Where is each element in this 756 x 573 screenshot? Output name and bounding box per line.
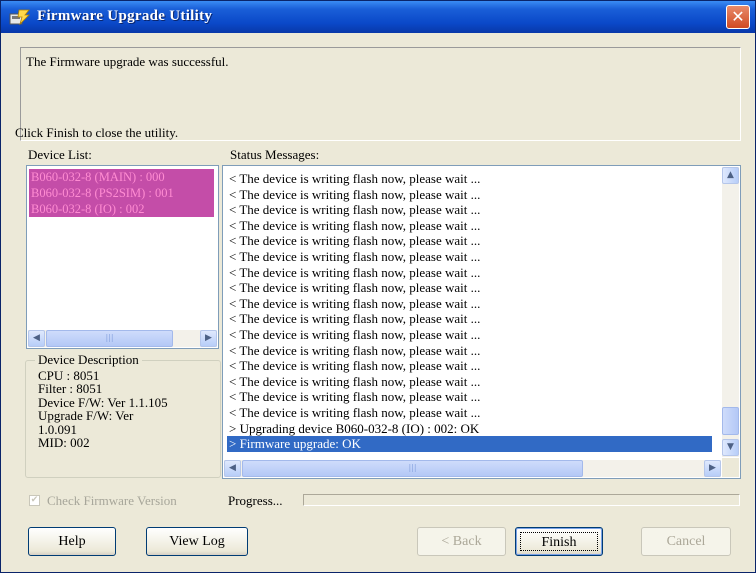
- status-line[interactable]: < The device is writing flash now, pleas…: [227, 374, 712, 390]
- device-list-horizontal-scrollbar[interactable]: ◀ ||| ▶: [28, 330, 217, 347]
- message-area: The Firmware upgrade was successful. Cli…: [15, 47, 741, 141]
- status-messages-label: Status Messages:: [230, 147, 320, 162]
- scroll-thumb[interactable]: |||: [46, 330, 173, 347]
- back-button[interactable]: < Back: [417, 527, 506, 556]
- status-line[interactable]: > Upgrading device B060-032-8 (IO) : 002…: [227, 421, 712, 437]
- scroll-thumb[interactable]: [722, 407, 739, 435]
- status-line[interactable]: < The device is writing flash now, pleas…: [227, 389, 712, 405]
- view-log-button[interactable]: View Log: [146, 527, 248, 556]
- scroll-up-button[interactable]: ▲: [722, 167, 739, 184]
- status-line[interactable]: < The device is writing flash now, pleas…: [227, 171, 712, 187]
- check-firmware-label: Check Firmware Version: [47, 493, 177, 508]
- device-description-title: Device Description: [35, 352, 142, 368]
- help-button[interactable]: Help: [28, 527, 116, 556]
- scroll-right-button[interactable]: ▶: [704, 460, 721, 477]
- status-line[interactable]: < The device is writing flash now, pleas…: [227, 296, 712, 312]
- scroll-right-button[interactable]: ▶: [200, 330, 217, 347]
- check-firmware-checkbox[interactable]: ✔: [29, 495, 40, 506]
- status-line[interactable]: < The device is writing flash now, pleas…: [227, 265, 712, 281]
- status-line[interactable]: < The device is writing flash now, pleas…: [227, 233, 712, 249]
- close-icon: ✕: [731, 7, 745, 26]
- device-description-group: Device Description CPU : 8051 Filter : 8…: [25, 352, 221, 478]
- scroll-left-button[interactable]: ◀: [224, 460, 241, 477]
- grip-icon: |||: [105, 333, 114, 342]
- upgrade-firmware-label: Upgrade F/W: Ver: [38, 408, 134, 424]
- chevron-right-icon: ▶: [205, 333, 212, 343]
- scroll-left-button[interactable]: ◀: [28, 330, 45, 347]
- device-firmware-version: Device F/W: Ver 1.1.105: [38, 394, 168, 410]
- chevron-down-icon: ▼: [727, 442, 734, 452]
- device-list-item[interactable]: B060-032-8 (IO) : 002: [29, 201, 214, 217]
- cancel-button[interactable]: Cancel: [641, 527, 731, 556]
- upgrade-firmware-version: 1.0.091: [38, 421, 77, 437]
- device-description-details: CPU : 8051 Filter : 8051 Device F/W: Ver…: [38, 368, 218, 451]
- status-line[interactable]: < The device is writing flash now, pleas…: [227, 280, 712, 296]
- title-bar[interactable]: Firmware Upgrade Utility ✕: [1, 1, 755, 33]
- status-line[interactable]: < The device is writing flash now, pleas…: [227, 187, 712, 203]
- status-messages-list[interactable]: < The device is writing flash now, pleas…: [222, 165, 741, 479]
- scroll-thumb[interactable]: |||: [242, 460, 583, 477]
- status-line[interactable]: < The device is writing flash now, pleas…: [227, 405, 712, 421]
- chevron-up-icon: ▲: [727, 170, 734, 180]
- status-line[interactable]: < The device is writing flash now, pleas…: [227, 327, 712, 343]
- status-line[interactable]: < The device is writing flash now, pleas…: [227, 343, 712, 359]
- device-list-item[interactable]: B060-032-8 (PS2SIM) : 001: [29, 185, 214, 201]
- status-line[interactable]: < The device is writing flash now, pleas…: [227, 218, 712, 234]
- scrollbar-corner: [722, 458, 739, 477]
- success-message: The Firmware upgrade was successful.: [26, 54, 229, 69]
- close-button[interactable]: ✕: [726, 5, 750, 29]
- chevron-left-icon: ◀: [33, 333, 40, 343]
- instruction-message: Click Finish to close the utility.: [15, 125, 179, 140]
- status-line[interactable]: < The device is writing flash now, pleas…: [227, 311, 712, 327]
- device-list[interactable]: B060-032-8 (MAIN) : 000 B060-032-8 (PS2S…: [26, 165, 219, 349]
- finish-button-label: Finish: [520, 532, 598, 551]
- finish-button[interactable]: Finish: [515, 527, 603, 556]
- status-line[interactable]: < The device is writing flash now, pleas…: [227, 202, 712, 218]
- device-list-selection: B060-032-8 (MAIN) : 000 B060-032-8 (PS2S…: [29, 169, 214, 217]
- window-title: Firmware Upgrade Utility: [37, 8, 213, 24]
- progress-label: Progress...: [228, 493, 283, 508]
- mid-value: MID: 002: [38, 435, 90, 451]
- status-lines: < The device is writing flash now, pleas…: [227, 171, 712, 452]
- chevron-right-icon: ▶: [709, 463, 716, 473]
- filter-value: Filter : 8051: [38, 381, 103, 397]
- status-horizontal-scrollbar[interactable]: ◀ ||| ▶: [224, 460, 721, 477]
- cpu-value: CPU : 8051: [38, 368, 100, 383]
- progress-bar: [303, 494, 740, 506]
- scroll-down-button[interactable]: ▼: [722, 439, 739, 456]
- chevron-left-icon: ◀: [229, 463, 236, 473]
- checkmark-icon: ✔: [30, 495, 39, 505]
- firmware-app-icon: [9, 9, 30, 26]
- device-list-label: Device List:: [28, 147, 92, 162]
- device-list-item[interactable]: B060-032-8 (MAIN) : 000: [29, 169, 214, 185]
- status-vertical-scrollbar[interactable]: ▲ ▼: [722, 167, 739, 457]
- status-line[interactable]: < The device is writing flash now, pleas…: [227, 249, 712, 265]
- grip-icon: |||: [408, 463, 417, 472]
- status-line[interactable]: < The device is writing flash now, pleas…: [227, 358, 712, 374]
- status-line-selected[interactable]: > Firmware upgrade: OK: [227, 436, 712, 452]
- firmware-upgrade-window: Firmware Upgrade Utility ✕ The Firmware …: [0, 0, 756, 573]
